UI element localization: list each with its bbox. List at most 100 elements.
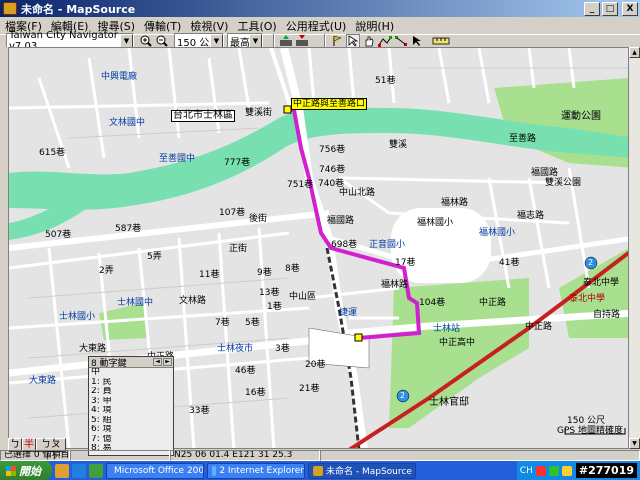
lane-11-label: 11巷 bbox=[199, 270, 220, 280]
scale-label: 150 公尺 bbox=[567, 416, 606, 426]
maximize-button[interactable]: □ bbox=[602, 1, 618, 16]
tray-app-icon[interactable] bbox=[535, 465, 546, 476]
pointer-tool-icon[interactable] bbox=[410, 34, 424, 48]
toolbar-separator bbox=[273, 34, 275, 48]
select-tool-icon[interactable] bbox=[346, 34, 360, 48]
task-mapsource[interactable]: 未命名 - MapSource bbox=[308, 462, 416, 479]
status-bar: 已選擇 0 個項目 N25 06 01.4 E121 31 25.3 bbox=[0, 450, 640, 461]
candidate-row[interactable]: 5: 組 bbox=[89, 416, 173, 426]
candidate-header: 8 動字鍵 ◄ ► bbox=[89, 357, 173, 369]
shilin-residence-label: 士林官邸 bbox=[429, 397, 469, 408]
dadong-road-label: 大東路 bbox=[79, 344, 107, 354]
scroll-down-button[interactable]: ▼ bbox=[629, 438, 640, 449]
mapsource-app-icon[interactable] bbox=[3, 2, 17, 15]
gps-accuracy-label: GPS 地圖精確度 bbox=[557, 426, 623, 436]
task-office-label: Microsoft Office 2003 ... bbox=[114, 465, 204, 476]
candidate-row[interactable]: 7: 億 bbox=[89, 435, 173, 445]
start-button[interactable]: 開始 bbox=[0, 461, 52, 480]
ime-candidate-panel[interactable]: 8 動字鍵 ◄ ► 中 1: 民 2: 員 3: 申 4: 境 5: 組 6: … bbox=[88, 356, 174, 456]
lane-507-label: 507巷 bbox=[45, 230, 72, 240]
zhishan-road-label: 至善路 bbox=[509, 134, 537, 144]
minimize-button[interactable]: _ bbox=[584, 1, 600, 16]
zhongshan-area-label: 中山區 bbox=[289, 292, 317, 302]
windows-taskbar: 開始 Microsoft Office 2003 ... 2 Internet … bbox=[0, 461, 640, 480]
quicklaunch-ie-icon[interactable] bbox=[72, 463, 86, 478]
poi-label-4: 福林國小 bbox=[479, 228, 516, 238]
route-end-marker bbox=[354, 333, 363, 342]
candidate-row[interactable]: 3: 申 bbox=[89, 397, 173, 407]
zhongzheng-road-label: 中正路 bbox=[479, 298, 507, 308]
ie-app-icon bbox=[212, 465, 217, 476]
poi-label-9: 大東路 bbox=[29, 376, 57, 386]
candidate-row[interactable]: 1: 民 bbox=[89, 378, 173, 388]
poi-label-6: 士林國中 bbox=[117, 298, 154, 308]
receive-from-device-icon[interactable] bbox=[279, 34, 293, 48]
status-extra bbox=[320, 450, 640, 461]
fulin-road-label: 福林路 bbox=[441, 198, 469, 208]
close-button[interactable]: X bbox=[622, 1, 638, 16]
tray-network-icon[interactable] bbox=[548, 465, 559, 476]
lane-41-label: 41巷 bbox=[499, 258, 520, 268]
poi-label-2: 文林國中 bbox=[109, 118, 146, 128]
poi-label-11: 捷運 bbox=[339, 308, 358, 318]
poi-label-8: 士林國小 bbox=[59, 312, 96, 322]
send-to-device-icon[interactable] bbox=[295, 34, 309, 48]
scroll-up-button[interactable]: ▲ bbox=[629, 47, 640, 58]
zoom-in-icon[interactable] bbox=[139, 34, 153, 48]
candidate-row[interactable]: 2: 員 bbox=[89, 387, 173, 397]
task-ie-label: 2 Internet Explorer bbox=[219, 465, 304, 476]
lane-5-label: 5巷 bbox=[245, 318, 260, 328]
tray-volume-icon[interactable] bbox=[561, 465, 572, 476]
sports-park-label: 運動公園 bbox=[561, 111, 601, 122]
quicklaunch-folder-icon[interactable] bbox=[55, 463, 69, 478]
lane-104-label: 104巷 bbox=[419, 298, 446, 308]
district-label: 台北市士林區 bbox=[171, 110, 235, 122]
menu-transfer[interactable]: 傳輸(T) bbox=[141, 18, 187, 34]
title-bar[interactable]: 未命名 - MapSource _ □ X bbox=[0, 0, 640, 17]
candidate-row[interactable]: 4: 境 bbox=[89, 406, 173, 416]
language-indicator[interactable]: CH bbox=[520, 466, 533, 476]
task-ie[interactable]: 2 Internet Explorer bbox=[207, 462, 305, 479]
hand-pan-icon[interactable] bbox=[362, 34, 376, 48]
lane-746-label: 746巷 bbox=[319, 165, 346, 175]
route-tool-icon[interactable] bbox=[378, 34, 392, 48]
lane-3-label: 3巷 bbox=[275, 344, 290, 354]
task-office[interactable]: Microsoft Office 2003 ... bbox=[106, 462, 204, 479]
poi-label-3: 至善國中 bbox=[159, 154, 196, 164]
chevron-down-icon[interactable]: ▼ bbox=[210, 34, 223, 48]
next-page-icon[interactable]: ► bbox=[163, 358, 172, 366]
candidate-row[interactable]: 6: 境 bbox=[89, 425, 173, 435]
menu-tools[interactable]: 工具(O) bbox=[234, 18, 282, 34]
wenlin-road-label: 文林路 bbox=[179, 296, 207, 306]
status-selection: 已選擇 0 個項目 bbox=[0, 450, 70, 461]
fuzhi-road-label: 福志路 bbox=[517, 211, 545, 221]
zhongzheng-hs-label: 中正高中 bbox=[439, 338, 476, 348]
zoom-out-icon[interactable] bbox=[155, 34, 169, 48]
alley-5-label: 5弄 bbox=[147, 252, 162, 262]
windows-logo-icon bbox=[6, 465, 16, 476]
map-vertical-scrollbar[interactable]: ▲ ▼ bbox=[628, 47, 640, 449]
prev-page-icon[interactable]: ◄ bbox=[153, 358, 162, 366]
task-mapsource-label: 未命名 - MapSource bbox=[326, 467, 412, 477]
menu-utilities[interactable]: 公用程式(U) bbox=[283, 18, 353, 34]
left-edge-panel bbox=[0, 47, 8, 449]
lane-8-label: 8巷 bbox=[285, 264, 300, 274]
flag-tool-icon[interactable] bbox=[330, 34, 344, 48]
chevron-down-icon[interactable]: ▼ bbox=[249, 34, 262, 48]
chevron-down-icon[interactable]: ▼ bbox=[120, 34, 133, 48]
tray-clock[interactable]: #277019 bbox=[575, 463, 637, 478]
candidate-row[interactable]: 中 bbox=[89, 368, 173, 378]
lane-9-label: 9巷 bbox=[257, 268, 272, 278]
back-street-label: 後街 bbox=[249, 214, 268, 224]
poi-label-5: 正音國小 bbox=[369, 240, 406, 250]
route-start-marker bbox=[283, 105, 292, 114]
lane-7-label: 7巷 bbox=[215, 318, 230, 328]
menu-view[interactable]: 檢視(V) bbox=[187, 18, 234, 34]
measure-tool-icon[interactable] bbox=[431, 34, 451, 48]
menu-help[interactable]: 說明(H) bbox=[352, 18, 400, 34]
fulin-north-label: 福林路 bbox=[381, 280, 409, 290]
lane-46-label: 46巷 bbox=[235, 366, 256, 376]
river-label: 雙溪 bbox=[389, 140, 408, 150]
track-tool-icon[interactable] bbox=[394, 34, 408, 48]
quicklaunch-desktop-icon[interactable] bbox=[89, 463, 103, 478]
